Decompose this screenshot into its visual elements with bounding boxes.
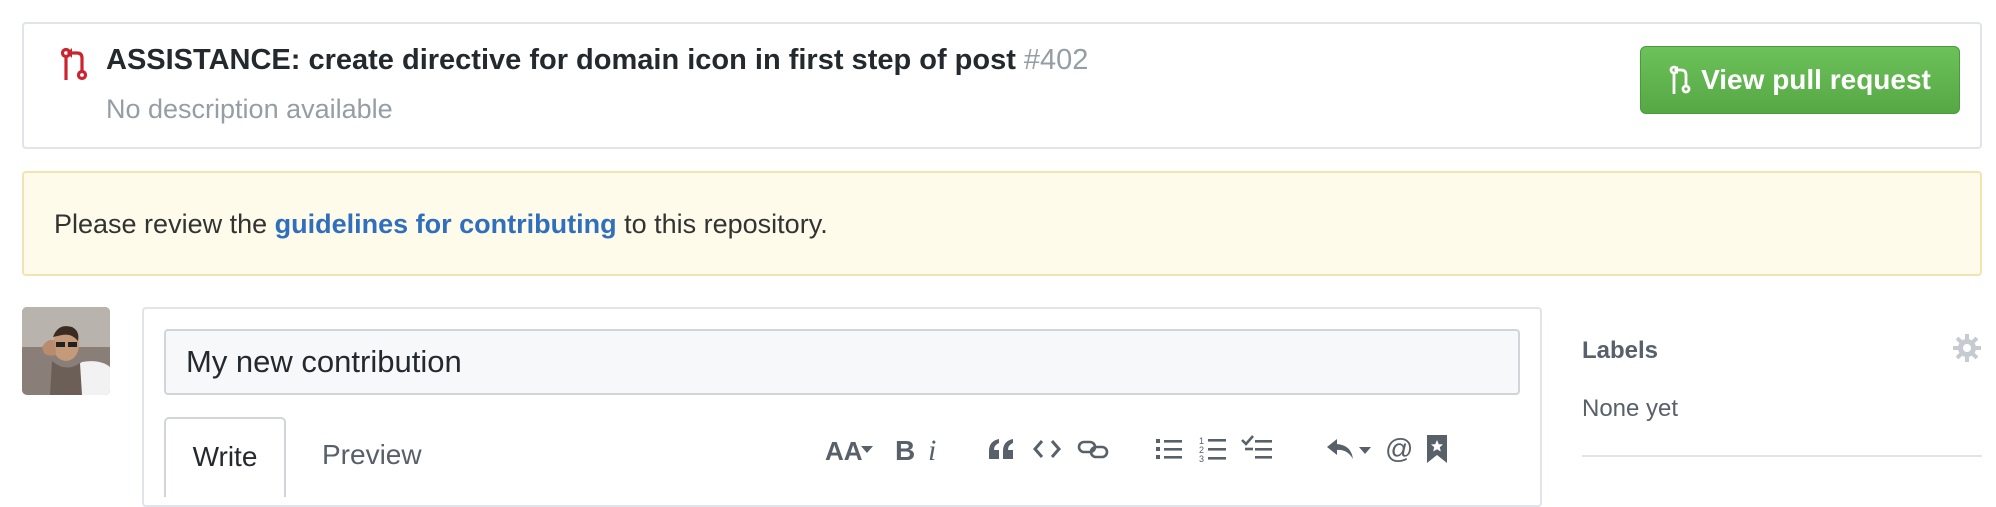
view-pull-request-label: View pull request	[1701, 64, 1931, 95]
task-list-icon[interactable]	[1240, 429, 1274, 469]
svg-text:AA: AA	[825, 436, 863, 464]
svg-text:i: i	[928, 435, 936, 463]
contributing-guidelines-link[interactable]: guidelines for contributing	[275, 209, 617, 239]
numbered-list-icon[interactable]: 1 2 3	[1198, 429, 1228, 469]
quote-icon[interactable]	[986, 429, 1016, 469]
pull-request-icon	[60, 47, 88, 81]
user-avatar-image	[22, 307, 110, 395]
pull-request-description: No description available	[106, 94, 393, 124]
view-pull-request-button[interactable]: View pull request	[1640, 46, 1960, 114]
bulleted-list-icon[interactable]	[1154, 429, 1184, 469]
italic-icon[interactable]: i	[924, 429, 944, 469]
tab-preview[interactable]: Preview	[322, 417, 422, 497]
contributing-notice: Please review the guidelines for contrib…	[22, 171, 1982, 276]
pull-request-number: #402	[1023, 44, 1089, 76]
pull-request-title[interactable]: ASSISTANCE: create directive for domain …	[106, 44, 1088, 77]
text-size-icon[interactable]: AA	[824, 429, 874, 469]
reply-icon[interactable]	[1324, 429, 1374, 469]
link-icon[interactable]	[1076, 429, 1110, 469]
pull-request-banner: ASSISTANCE: create directive for domain …	[22, 22, 1982, 149]
svg-text:3: 3	[1199, 454, 1204, 463]
bold-icon[interactable]: B	[892, 429, 916, 469]
svg-text:@: @	[1385, 435, 1413, 463]
comment-composer: My new contribution Write Preview AA B i	[142, 307, 1542, 507]
mention-icon[interactable]: @	[1384, 429, 1414, 469]
pull-request-icon	[1669, 65, 1691, 94]
labels-value: None yet	[1582, 395, 1679, 422]
code-icon[interactable]	[1032, 429, 1062, 469]
sidebar-divider	[1582, 455, 1982, 457]
avatar[interactable]	[22, 307, 110, 395]
tab-write[interactable]: Write	[164, 417, 286, 497]
notice-prefix: Please review the	[54, 209, 275, 239]
svg-text:B: B	[895, 435, 914, 463]
notice-suffix: to this repository.	[616, 209, 828, 239]
title-input[interactable]: My new contribution	[164, 329, 1520, 395]
saved-reply-icon[interactable]	[1424, 429, 1450, 469]
gear-icon[interactable]	[1952, 333, 1982, 363]
labels-heading: Labels	[1582, 337, 1659, 364]
sidebar: Labels None yet	[1582, 307, 1982, 507]
